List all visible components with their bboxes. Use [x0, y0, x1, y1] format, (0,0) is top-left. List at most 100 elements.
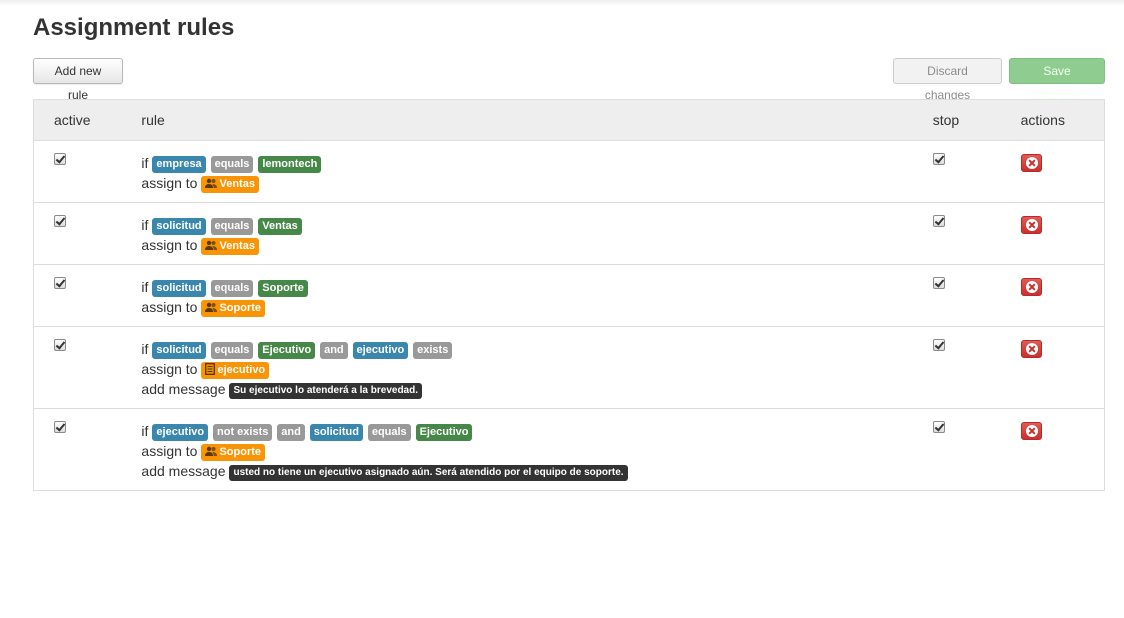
- condition-operator-label: equals: [210, 280, 254, 297]
- assign-target-text: Soporte: [219, 302, 262, 314]
- delete-rule-button[interactable]: [1020, 278, 1042, 296]
- delete-rule-button[interactable]: [1020, 154, 1042, 172]
- condition-value-label: Ejecutivo: [415, 424, 473, 441]
- actions-cell: [1000, 264, 1105, 327]
- add-message-keyword: add message: [141, 463, 226, 479]
- rule-row: if solicitud equals Ventas assign to Venta…: [33, 202, 1105, 265]
- if-keyword: if: [141, 217, 149, 233]
- if-keyword: if: [141, 279, 149, 295]
- assign-target-label: Soporte: [201, 300, 266, 317]
- group-icon: [205, 178, 218, 195]
- if-keyword: if: [141, 341, 149, 357]
- actions-cell: [1000, 140, 1105, 203]
- rule-condition-line: if solicitud equals Ventas: [141, 215, 912, 235]
- rule-message-line: add message usted no tiene un ejecutivo a…: [141, 461, 912, 481]
- rule-row: if ejecutivo not exists and solicitud equ…: [33, 408, 1105, 491]
- condition-field-label: empresa: [152, 156, 206, 173]
- remove-circle-icon: [1025, 343, 1038, 355]
- condition-field-label: solicitud: [152, 342, 206, 359]
- condition-operator-label: exists: [413, 342, 453, 359]
- delete-rule-button[interactable]: [1020, 216, 1042, 234]
- assign-to-keyword: assign to: [141, 443, 198, 459]
- remove-circle-icon: [1025, 157, 1038, 169]
- rule-assign-line: assign to Soporte: [141, 441, 912, 461]
- rule-row: if empresa equals lemontech assign to Vent…: [33, 140, 1105, 203]
- rule-cell: if solicitud equals Ventas assign to Venta…: [121, 202, 913, 265]
- rule-condition-line: if solicitud equals Ejecutivo and ejecuti…: [141, 339, 912, 359]
- condition-value-label: Soporte: [258, 280, 308, 297]
- if-keyword: if: [141, 423, 149, 439]
- condition-operator-label: equals: [210, 218, 254, 235]
- stop-cell: [912, 326, 1001, 409]
- delete-rule-button[interactable]: [1020, 340, 1042, 358]
- rule-assign-line: assign to Soporte: [141, 297, 912, 317]
- assign-target-label: Ventas: [201, 176, 259, 195]
- stop-cell: [912, 140, 1001, 203]
- rule-assign-line: assign to Ventas: [141, 173, 912, 193]
- stop-checkbox[interactable]: [932, 339, 945, 351]
- actions-cell: [1000, 202, 1105, 265]
- active-checkbox[interactable]: [54, 153, 66, 165]
- top-shadow: [0, 0, 1124, 6]
- assign-target-text: Ventas: [219, 178, 255, 190]
- page-title: Assignment rules: [33, 14, 235, 41]
- stop-checkbox[interactable]: [932, 153, 945, 165]
- condition-value-label: Ventas: [258, 218, 302, 235]
- active-cell: [33, 264, 122, 327]
- delete-rule-button[interactable]: [1020, 422, 1042, 440]
- rule-condition-line: if solicitud equals Soporte: [141, 277, 912, 297]
- active-checkbox[interactable]: [54, 421, 66, 433]
- stop-checkbox[interactable]: [932, 215, 945, 227]
- active-checkbox[interactable]: [54, 339, 66, 351]
- condition-value-label: lemontech: [258, 156, 322, 173]
- active-checkbox[interactable]: [54, 277, 66, 289]
- rules-table: active rule stop actions if empresa equal…: [33, 99, 1105, 491]
- message-label: Su ejecutivo lo atenderá a la brevedad.: [229, 383, 422, 399]
- remove-circle-icon: [1025, 425, 1038, 437]
- condition-field-label: solicitud: [309, 424, 363, 441]
- condition-operator-label: and: [320, 342, 348, 359]
- header-active: active: [33, 99, 122, 141]
- rule-cell: if solicitud equals Ejecutivo and ejecuti…: [121, 326, 913, 409]
- stop-checkbox[interactable]: [932, 421, 945, 433]
- condition-operator-label: equals: [367, 424, 411, 441]
- assign-target-label: ejecutivo: [201, 362, 270, 379]
- rule-cell: if solicitud equals Soporte assign to Sopo…: [121, 264, 913, 327]
- remove-circle-icon: [1025, 219, 1038, 231]
- group-icon: [205, 240, 218, 257]
- assign-target-label: Ventas: [201, 238, 259, 257]
- assign-target-text: Soporte: [219, 446, 262, 458]
- condition-operator-label: and: [277, 424, 305, 441]
- assign-to-keyword: assign to: [141, 175, 198, 191]
- if-keyword: if: [141, 155, 149, 171]
- assign-target-label: Soporte: [201, 444, 266, 461]
- rule-assign-line: assign to Ventas: [141, 235, 912, 255]
- condition-field-label: solicitud: [152, 280, 206, 297]
- rules-table-body: if empresa equals lemontech assign to Vent…: [33, 140, 1105, 491]
- add-new-rule-button[interactable]: Add new rule: [33, 58, 123, 102]
- add-message-keyword: add message: [141, 381, 226, 397]
- header-stop: stop: [912, 99, 1001, 141]
- condition-value-label: Ejecutivo: [258, 342, 316, 359]
- actions-cell: [1000, 326, 1105, 409]
- active-checkbox[interactable]: [54, 215, 66, 227]
- active-cell: [33, 140, 122, 203]
- table-header-row: active rule stop actions: [33, 99, 1105, 141]
- condition-field-label: ejecutivo: [352, 342, 409, 359]
- discard-changes-button[interactable]: Discard changes: [893, 58, 1002, 102]
- stop-cell: [912, 202, 1001, 265]
- rule-row: if solicitud equals Soporte assign to Sopo…: [33, 264, 1105, 327]
- stop-checkbox[interactable]: [932, 277, 945, 289]
- remove-circle-icon: [1025, 281, 1038, 293]
- assign-to-keyword: assign to: [141, 237, 198, 253]
- active-cell: [33, 326, 122, 409]
- rule-condition-line: if ejecutivo not exists and solicitud equ…: [141, 421, 912, 441]
- rule-cell: if ejecutivo not exists and solicitud equ…: [121, 408, 913, 491]
- assign-target-text: ejecutivo: [217, 364, 266, 376]
- rule-message-line: add message Su ejecutivo lo atenderá a la…: [141, 379, 912, 399]
- stop-cell: [912, 408, 1001, 491]
- save-changes-button[interactable]: Save changes: [1009, 58, 1105, 102]
- rule-condition-line: if empresa equals lemontech: [141, 153, 912, 173]
- active-cell: [33, 202, 122, 265]
- condition-operator-label: equals: [210, 156, 254, 173]
